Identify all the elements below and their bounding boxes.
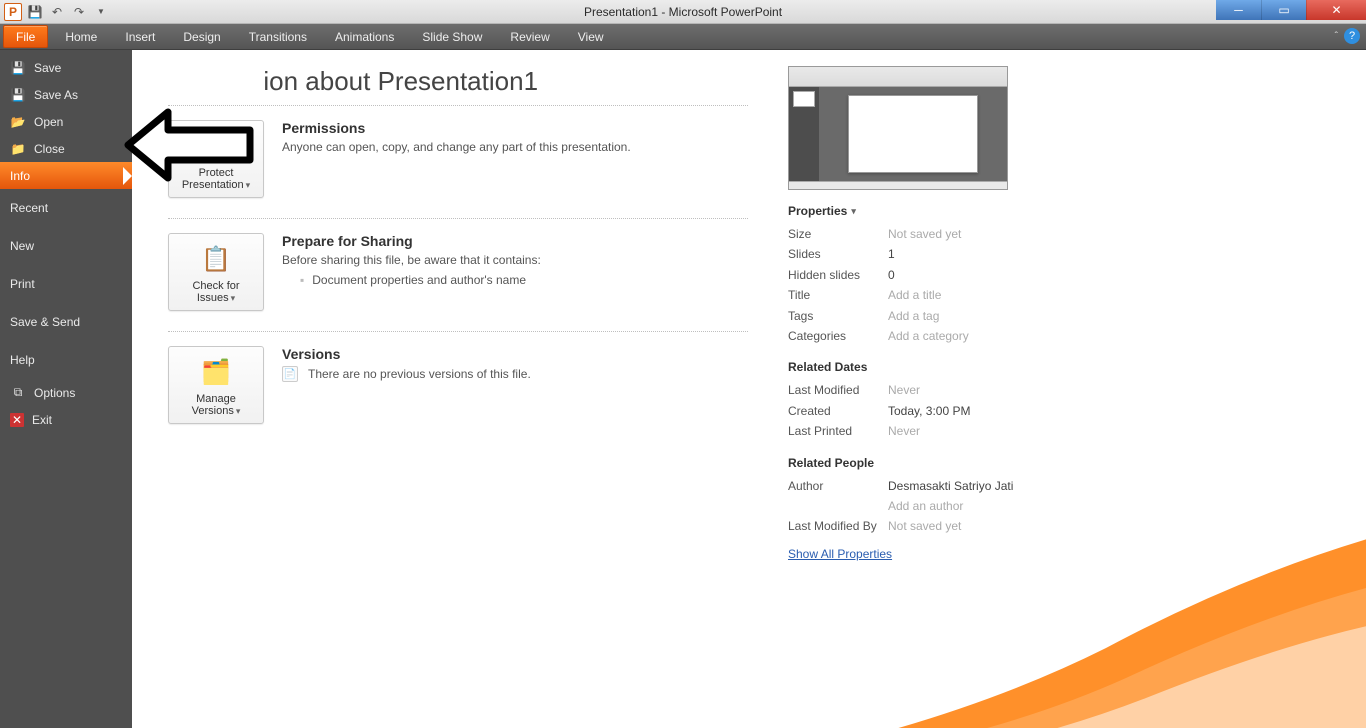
prop-last-modified: Last ModifiedNever xyxy=(788,380,1038,400)
undo-icon[interactable]: ↶ xyxy=(48,3,66,21)
window-title: Presentation1 - Microsoft PowerPoint xyxy=(0,5,1366,19)
powerpoint-icon: P xyxy=(4,3,22,21)
prop-created: CreatedToday, 3:00 PM xyxy=(788,401,1038,421)
prop-title[interactable]: TitleAdd a title xyxy=(788,285,1038,305)
sidebar-label: Save As xyxy=(34,88,78,102)
prop-last-printed: Last PrintedNever xyxy=(788,421,1038,441)
tab-home[interactable]: Home xyxy=(51,24,111,49)
manage-versions-button[interactable]: 🗂️ ManageVersions▾ xyxy=(168,346,264,424)
help-icon[interactable]: ? xyxy=(1344,28,1360,44)
sidebar-label: Info xyxy=(10,169,30,183)
presentation-thumbnail xyxy=(788,66,1008,190)
tab-view[interactable]: View xyxy=(564,24,618,49)
sidebar-label: Open xyxy=(34,115,63,129)
tab-file[interactable]: File xyxy=(3,25,48,48)
close-button[interactable]: ✕ xyxy=(1306,0,1366,20)
sidebar-label: Save & Send xyxy=(10,315,80,329)
quick-access-toolbar: P 💾 ↶ ↷ ▼ xyxy=(0,3,110,21)
related-people-header: Related People xyxy=(788,456,1038,470)
document-icon: 📄 xyxy=(282,366,298,382)
backstage-content: Information about Presentation1 🛡️ Prote… xyxy=(132,50,1366,728)
sidebar-label: Save xyxy=(34,61,61,75)
prop-tags[interactable]: TagsAdd a tag xyxy=(788,306,1038,326)
sidebar-item-info[interactable]: Info xyxy=(0,162,132,189)
qat-dropdown-icon[interactable]: ▼ xyxy=(92,3,110,21)
sidebar-item-new[interactable]: New xyxy=(0,227,132,265)
divider xyxy=(168,105,748,106)
tab-insert[interactable]: Insert xyxy=(111,24,169,49)
section-versions: 🗂️ ManageVersions▾ Versions 📄 There are … xyxy=(168,346,748,424)
sidebar-item-open[interactable]: 📂 Open xyxy=(0,108,132,135)
prop-categories[interactable]: CategoriesAdd a category xyxy=(788,326,1038,346)
sharing-bullet: Document properties and author's name xyxy=(300,273,541,287)
sidebar-item-save[interactable]: 💾 Save xyxy=(0,54,132,81)
maximize-button[interactable]: ▭ xyxy=(1261,0,1306,20)
minimize-button[interactable]: ─ xyxy=(1216,0,1261,20)
sidebar-label: Help xyxy=(10,353,35,367)
sidebar-label: New xyxy=(10,239,34,253)
permissions-text: Anyone can open, copy, and change any pa… xyxy=(282,140,631,154)
divider xyxy=(168,218,748,219)
related-dates-header: Related Dates xyxy=(788,360,1038,374)
open-folder-icon: 📂 xyxy=(10,114,26,130)
sidebar-item-save-as[interactable]: 💾 Save As xyxy=(0,81,132,108)
sharing-heading: Prepare for Sharing xyxy=(282,233,541,249)
options-icon: ⧉ xyxy=(10,385,26,401)
prop-last-modified-by: Last Modified ByNot saved yet xyxy=(788,516,1038,536)
page-title: Information about Presentation1 xyxy=(168,66,748,97)
versions-heading: Versions xyxy=(282,346,531,362)
shield-lock-icon: 🛡️ xyxy=(173,129,259,163)
backstage-sidebar: 💾Save 💾Save As 📂Open 📁Close Info Recent … xyxy=(0,50,132,728)
save-icon: 💾 xyxy=(10,60,26,76)
tab-transitions[interactable]: Transitions xyxy=(235,24,321,49)
save-icon[interactable]: 💾 xyxy=(26,3,44,21)
properties-header[interactable]: Properties▾ xyxy=(788,204,1038,218)
sidebar-label: Options xyxy=(34,386,75,400)
window-controls: ─ ▭ ✕ xyxy=(1216,0,1366,20)
save-as-icon: 💾 xyxy=(10,87,26,103)
sidebar-item-print[interactable]: Print xyxy=(0,265,132,303)
divider xyxy=(168,331,748,332)
versions-icon: 🗂️ xyxy=(173,355,259,389)
tab-slideshow[interactable]: Slide Show xyxy=(408,24,496,49)
sharing-text: Before sharing this file, be aware that … xyxy=(282,253,541,267)
sidebar-item-options[interactable]: ⧉ Options xyxy=(0,379,132,406)
sidebar-label: Print xyxy=(10,277,35,291)
tab-review[interactable]: Review xyxy=(496,24,563,49)
sidebar-item-save-send[interactable]: Save & Send xyxy=(0,303,132,341)
sidebar-item-close[interactable]: 📁 Close xyxy=(0,135,132,162)
title-bar: P 💾 ↶ ↷ ▼ Presentation1 - Microsoft Powe… xyxy=(0,0,1366,24)
sidebar-label: Exit xyxy=(32,413,52,427)
prop-author: AuthorDesmasakti Satriyo Jati xyxy=(788,476,1038,496)
sidebar-item-recent[interactable]: Recent xyxy=(0,189,132,227)
properties-pane: Properties▾ SizeNot saved yet Slides1 Hi… xyxy=(788,66,1038,728)
sidebar-label: Recent xyxy=(10,201,48,215)
prop-size: SizeNot saved yet xyxy=(788,224,1038,244)
permissions-heading: Permissions xyxy=(282,120,631,136)
minimize-ribbon-icon[interactable]: ˆ xyxy=(1335,31,1338,42)
exit-icon: ✕ xyxy=(10,413,24,427)
tab-design[interactable]: Design xyxy=(169,24,234,49)
redo-icon[interactable]: ↷ xyxy=(70,3,88,21)
ribbon-tabs: File Home Insert Design Transitions Anim… xyxy=(0,24,1366,50)
section-permissions: 🛡️ ProtectPresentation▾ Permissions Anyo… xyxy=(168,120,748,198)
tab-animations[interactable]: Animations xyxy=(321,24,408,49)
checklist-icon: 📋 xyxy=(173,242,259,276)
section-sharing: 📋 Check forIssues▾ Prepare for Sharing B… xyxy=(168,233,748,311)
check-for-issues-button[interactable]: 📋 Check forIssues▾ xyxy=(168,233,264,311)
sidebar-item-help[interactable]: Help xyxy=(0,341,132,379)
sidebar-item-exit[interactable]: ✕ Exit xyxy=(0,406,132,433)
prop-slides: Slides1 xyxy=(788,244,1038,264)
show-all-properties-link[interactable]: Show All Properties xyxy=(788,547,892,561)
prop-add-author[interactable]: Add an author xyxy=(788,496,1038,516)
prop-hidden-slides: Hidden slides0 xyxy=(788,265,1038,285)
versions-text-line: 📄 There are no previous versions of this… xyxy=(282,366,531,382)
protect-presentation-button[interactable]: 🛡️ ProtectPresentation▾ xyxy=(168,120,264,198)
close-folder-icon: 📁 xyxy=(10,141,26,157)
sidebar-label: Close xyxy=(34,142,65,156)
